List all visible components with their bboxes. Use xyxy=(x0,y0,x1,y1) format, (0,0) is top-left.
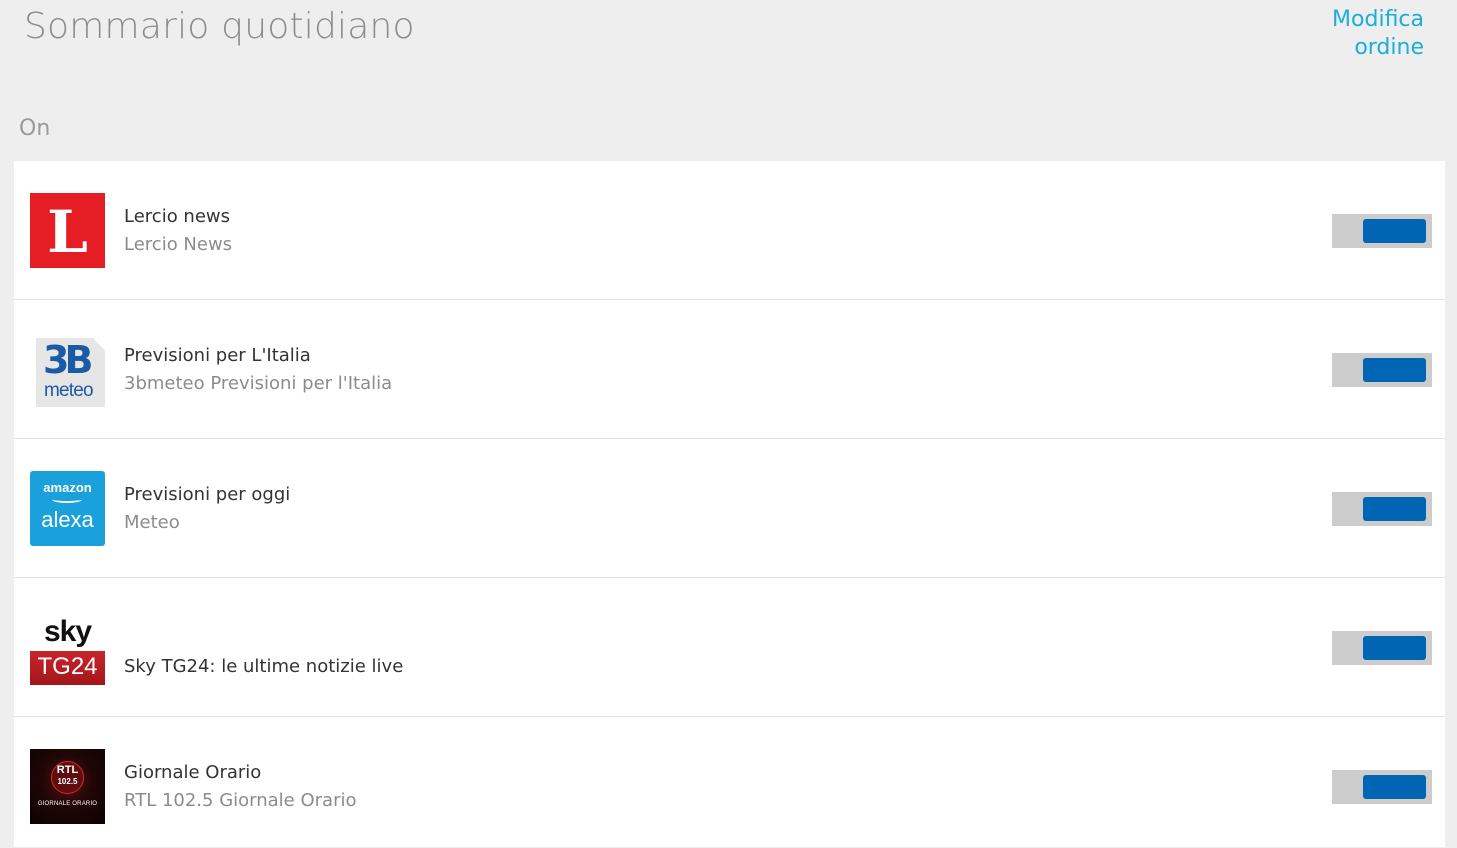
list-item[interactable]: L Lercio news Lercio News xyxy=(14,161,1445,300)
edit-order-link[interactable]: Modifica ordine xyxy=(1264,6,1424,62)
toggle-knob xyxy=(1363,636,1426,660)
item-subtitle: RTL 102.5 Giornale Orario xyxy=(124,790,357,811)
toggle-knob xyxy=(1363,358,1426,382)
item-title: Sky TG24: le ultime notizie live xyxy=(124,656,404,677)
toggle-knob xyxy=(1363,497,1426,521)
enable-toggle[interactable] xyxy=(1332,353,1432,387)
enable-toggle[interactable] xyxy=(1332,770,1432,804)
3bmeteo-logo-icon: 3B meteo xyxy=(30,332,105,407)
enable-toggle[interactable] xyxy=(1332,214,1432,248)
list-item[interactable]: sky TG24 Sky TG24: le ultime notizie liv… xyxy=(14,578,1445,717)
item-title: Lercio news xyxy=(124,206,231,227)
list-item[interactable]: amazon alexa Previsioni per oggi Meteo xyxy=(14,439,1445,578)
rtl-1025-logo-icon: RTL 102.5 GIORNALE ORARIO xyxy=(30,749,105,824)
item-title: Giornale Orario xyxy=(124,762,262,783)
item-subtitle: Meteo xyxy=(124,512,180,533)
briefing-list: L Lercio news Lercio News 3B meteo Previ… xyxy=(14,161,1445,847)
item-title: Previsioni per L'Italia xyxy=(124,345,311,366)
page-title: Sommario quotidiano xyxy=(24,6,415,47)
section-label-on: On xyxy=(19,116,51,141)
list-item[interactable]: RTL 102.5 GIORNALE ORARIO Giornale Orari… xyxy=(14,717,1445,847)
toggle-knob xyxy=(1363,219,1426,243)
amazon-alexa-logo-icon: amazon alexa xyxy=(30,471,105,546)
enable-toggle[interactable] xyxy=(1332,492,1432,526)
item-subtitle: Lercio News xyxy=(124,234,233,255)
enable-toggle[interactable] xyxy=(1332,631,1432,665)
toggle-knob xyxy=(1363,775,1426,799)
item-subtitle: 3bmeteo Previsioni per l'Italia xyxy=(124,373,393,394)
list-item[interactable]: 3B meteo Previsioni per L'Italia 3bmeteo… xyxy=(14,300,1445,439)
item-title: Previsioni per oggi xyxy=(124,484,291,505)
lercio-logo-icon: L xyxy=(30,193,105,268)
sky-tg24-logo-icon: sky TG24 xyxy=(30,610,105,685)
